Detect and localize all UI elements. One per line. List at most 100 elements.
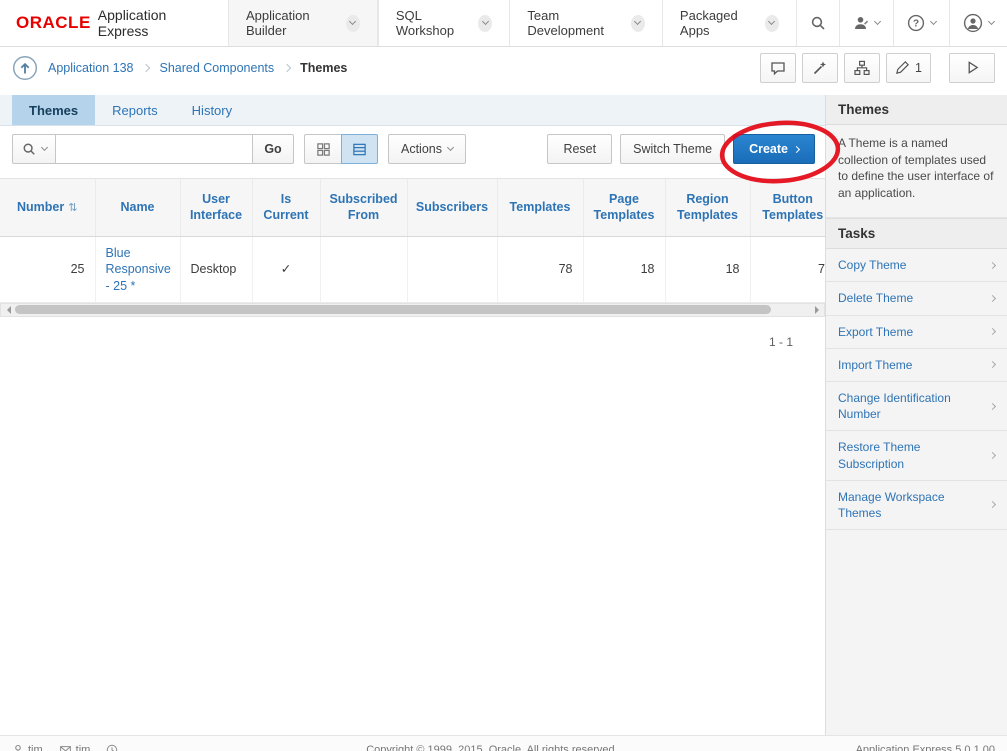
top-tab-packaged-apps[interactable]: Packaged Apps xyxy=(662,0,796,46)
cell-templates: 78 xyxy=(497,237,583,303)
shared-components-button[interactable] xyxy=(844,53,880,83)
create-button[interactable]: Create xyxy=(733,134,815,164)
task-label: Manage Workspace Themes xyxy=(838,489,982,521)
tab-themes[interactable]: Themes xyxy=(12,95,95,125)
cell-is-current: ✓ xyxy=(252,237,320,303)
help-menu-button[interactable]: ? xyxy=(893,0,949,46)
grid-view-icon xyxy=(316,142,331,157)
top-utility-icons: ? xyxy=(796,0,1007,46)
breadcrumb-application[interactable]: Application 138 xyxy=(48,61,133,75)
task-change-identification-number[interactable]: Change Identification Number xyxy=(826,382,1007,431)
column-header-page-templates[interactable]: Page Templates xyxy=(583,179,665,237)
column-header-subscribed-from[interactable]: Subscribed From xyxy=(320,179,407,237)
tab-label: Reports xyxy=(112,103,158,118)
search-column-selector[interactable] xyxy=(12,134,56,164)
utilities-button[interactable] xyxy=(802,53,838,83)
magic-wand-icon xyxy=(812,60,828,76)
scrollbar-thumb[interactable] xyxy=(15,305,771,314)
horizontal-scrollbar[interactable] xyxy=(0,303,825,317)
region-tabs: Themes Reports History xyxy=(0,95,825,126)
task-import-theme[interactable]: Import Theme xyxy=(826,349,1007,382)
oracle-apex-logo[interactable]: ORACLE Application Express xyxy=(0,0,228,46)
up-level-icon[interactable] xyxy=(12,55,38,81)
theme-name-link[interactable]: Blue Responsive - 25 * xyxy=(106,246,171,293)
sort-icon[interactable]: ⇅ xyxy=(68,202,77,214)
task-copy-theme[interactable]: Copy Theme xyxy=(826,249,1007,282)
task-export-theme[interactable]: Export Theme xyxy=(826,316,1007,349)
themes-report: Number⇅ Name User Interface Is Current S… xyxy=(0,178,825,349)
chevron-down-icon xyxy=(40,144,47,151)
top-tab-label: Packaged Apps xyxy=(680,8,756,38)
sidebar-about-title: Themes xyxy=(826,95,1007,125)
task-label: Import Theme xyxy=(838,357,912,373)
chevron-down-icon[interactable] xyxy=(478,15,492,32)
footer-user: tim xyxy=(12,744,43,751)
actions-menu-button[interactable]: Actions xyxy=(388,134,466,164)
task-label: Delete Theme xyxy=(838,290,913,306)
go-button[interactable]: Go xyxy=(252,134,294,164)
search-input[interactable] xyxy=(56,134,252,164)
comments-button[interactable] xyxy=(760,53,796,83)
clock-icon xyxy=(106,744,118,751)
run-page-button[interactable] xyxy=(949,53,995,83)
help-icon: ? xyxy=(907,14,925,32)
hierarchy-icon xyxy=(854,60,870,76)
column-header-number[interactable]: Number⇅ xyxy=(0,179,95,237)
task-manage-workspace-themes[interactable]: Manage Workspace Themes xyxy=(826,481,1007,530)
switch-theme-button[interactable]: Switch Theme xyxy=(620,134,725,164)
chevron-down-icon xyxy=(447,144,454,151)
task-label: Restore Theme Subscription xyxy=(838,439,982,471)
chevron-right-icon xyxy=(989,361,996,368)
user-account-icon xyxy=(963,13,983,33)
top-tab-sql-workshop[interactable]: SQL Workshop xyxy=(378,0,510,46)
top-tab-application-builder[interactable]: Application Builder xyxy=(228,0,378,46)
tab-history[interactable]: History xyxy=(175,95,249,125)
breadcrumb-bar: Application 138 Shared Components Themes… xyxy=(0,47,1007,88)
top-bar: ORACLE Application Express Application B… xyxy=(0,0,1007,47)
chevron-down-icon[interactable] xyxy=(346,15,360,32)
sidebar-tasks-title: Tasks xyxy=(826,218,1007,249)
cell-page-templates: 18 xyxy=(583,237,665,303)
oracle-brand: ORACLE xyxy=(16,13,91,33)
scroll-left-arrow[interactable] xyxy=(1,304,15,316)
icon-view-button[interactable] xyxy=(304,134,341,164)
reset-button[interactable]: Reset xyxy=(547,134,612,164)
report-view-button[interactable] xyxy=(341,134,378,164)
column-header-subscribers[interactable]: Subscribers xyxy=(407,179,497,237)
svg-text:?: ? xyxy=(913,19,919,30)
top-tab-team-development[interactable]: Team Development xyxy=(509,0,662,46)
tab-label: Themes xyxy=(29,103,78,118)
cell-subscribers xyxy=(407,237,497,303)
task-label: Export Theme xyxy=(838,324,913,340)
chevron-down-icon[interactable] xyxy=(765,15,779,32)
task-restore-theme-subscription[interactable]: Restore Theme Subscription xyxy=(826,431,1007,480)
search-button[interactable] xyxy=(796,0,839,46)
column-header-name[interactable]: Name xyxy=(95,179,180,237)
tab-reports[interactable]: Reports xyxy=(95,95,175,125)
page-action-buttons: 1 xyxy=(760,53,995,83)
column-header-region-templates[interactable]: Region Templates xyxy=(665,179,750,237)
column-header-user-interface[interactable]: User Interface xyxy=(180,179,252,237)
chevron-right-icon xyxy=(989,295,996,302)
scroll-right-arrow[interactable] xyxy=(810,304,824,316)
footer-version: Application Express 5.0.1.00 xyxy=(856,744,995,751)
task-delete-theme[interactable]: Delete Theme xyxy=(826,282,1007,315)
edit-page-button[interactable]: 1 xyxy=(886,53,931,83)
envelope-icon xyxy=(59,744,72,751)
chevron-down-icon[interactable] xyxy=(631,15,645,32)
column-header-button-templates[interactable]: Button Templates xyxy=(750,179,825,237)
column-header-is-current[interactable]: Is Current xyxy=(252,179,320,237)
column-header-templates[interactable]: Templates xyxy=(497,179,583,237)
report-toolbar: Go Actions Reset Switch Theme xyxy=(0,126,825,172)
task-label: Copy Theme xyxy=(838,257,906,273)
tab-label: History xyxy=(192,103,232,118)
admin-menu-button[interactable] xyxy=(839,0,893,46)
task-label: Change Identification Number xyxy=(838,390,982,422)
top-tab-label: Application Builder xyxy=(246,8,337,38)
chevron-down-icon xyxy=(930,18,937,25)
account-menu-button[interactable] xyxy=(949,0,1007,46)
footer-copyright: Copyright © 1999, 2015, Oracle. All righ… xyxy=(134,744,849,751)
breadcrumb-shared-components[interactable]: Shared Components xyxy=(159,61,274,75)
top-tab-label: Team Development xyxy=(527,8,621,38)
cell-name: Blue Responsive - 25 * xyxy=(95,237,180,303)
